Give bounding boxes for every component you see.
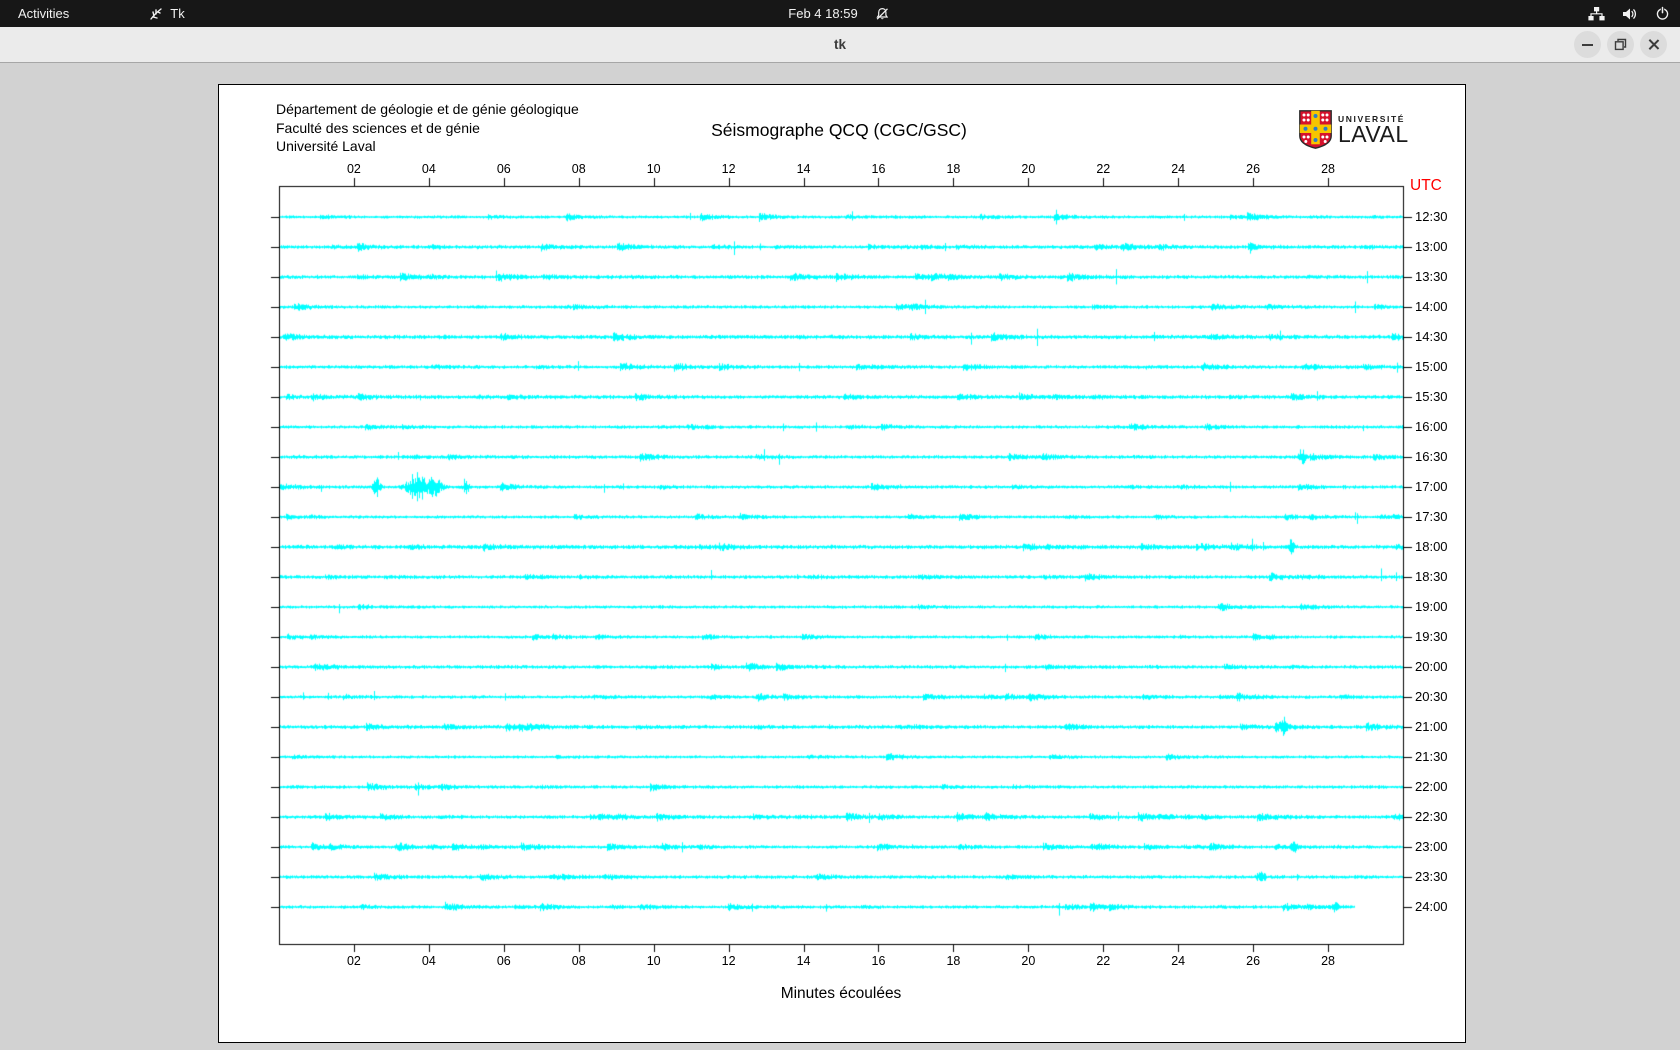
focused-app-menu[interactable]: Tk [139, 0, 194, 27]
utc-time-label: 23:30 [1415, 869, 1448, 884]
minimize-icon [1582, 44, 1593, 46]
logo-laval-text: LAVAL [1338, 124, 1409, 145]
x-tick-label-top: 06 [497, 162, 511, 176]
x-tick-label-bottom: 22 [1096, 954, 1110, 968]
utc-time-label: 15:30 [1415, 389, 1448, 404]
x-tick-label-bottom: 12 [722, 954, 736, 968]
clock-label: Feb 4 18:59 [788, 6, 857, 21]
utc-time-label: 23:00 [1415, 839, 1448, 854]
x-tick-label-top: 26 [1246, 162, 1260, 176]
gnome-top-bar: Activities Tk Feb 4 18:59 [0, 0, 1680, 27]
x-tick-label-top: 04 [422, 162, 436, 176]
x-tick-label-bottom: 28 [1321, 954, 1335, 968]
x-tick-label-bottom: 02 [347, 954, 361, 968]
utc-time-label: 16:00 [1415, 419, 1448, 434]
x-tick-label-top: 08 [572, 162, 586, 176]
laval-shield-icon [1299, 110, 1332, 149]
network-icon [1588, 7, 1605, 21]
focused-app-label: Tk [170, 6, 184, 21]
plot-title: Séismographe QCQ (CGC/GSC) [711, 120, 967, 141]
close-icon [1647, 38, 1660, 51]
x-tick-label-top: 18 [946, 162, 960, 176]
x-tick-label-top: 10 [647, 162, 661, 176]
utc-time-label: 12:30 [1415, 209, 1448, 224]
seismograph-canvas-area: Département de géologie et de génie géol… [218, 84, 1466, 1043]
utc-time-label: 17:30 [1415, 509, 1448, 524]
utc-time-label: 19:00 [1415, 599, 1448, 614]
x-tick-label-top: 22 [1096, 162, 1110, 176]
activities-button[interactable]: Activities [8, 0, 79, 27]
utc-time-label: 21:30 [1415, 749, 1448, 764]
x-tick-label-top: 12 [722, 162, 736, 176]
utc-time-label: 13:30 [1415, 269, 1448, 284]
utc-time-label: 24:00 [1415, 899, 1448, 914]
institution-dept: Département de géologie et de génie géol… [276, 100, 579, 119]
system-status-area[interactable] [1588, 0, 1670, 27]
x-tick-label-bottom: 06 [497, 954, 511, 968]
x-tick-label-bottom: 16 [872, 954, 886, 968]
institution-faculty: Faculté des sciences et de génie [276, 119, 579, 138]
x-tick-label-top: 16 [872, 162, 886, 176]
x-tick-label-bottom: 14 [797, 954, 811, 968]
x-tick-label-top: 20 [1021, 162, 1035, 176]
universite-laval-logo: UNIVERSITÉ LAVAL [1299, 110, 1409, 149]
utc-time-label: 14:30 [1415, 329, 1448, 344]
utc-time-label: 15:00 [1415, 359, 1448, 374]
utc-label: UTC [1410, 177, 1442, 195]
utc-time-label: 18:00 [1415, 539, 1448, 554]
utc-time-label: 19:30 [1415, 629, 1448, 644]
maximize-icon [1614, 38, 1627, 51]
x-tick-label-bottom: 18 [946, 954, 960, 968]
minimize-button[interactable] [1574, 31, 1601, 58]
maximize-button[interactable] [1607, 31, 1634, 58]
utc-time-label: 22:00 [1415, 779, 1448, 794]
power-icon [1655, 6, 1670, 21]
tk-window-body: Département de géologie et de génie géol… [0, 63, 1680, 1050]
x-tick-label-bottom: 04 [422, 954, 436, 968]
window-titlebar[interactable]: tk [0, 27, 1680, 63]
tk-app-icon [149, 7, 163, 21]
utc-time-label: 22:30 [1415, 809, 1448, 824]
utc-time-label: 14:00 [1415, 299, 1448, 314]
x-tick-label-bottom: 10 [647, 954, 661, 968]
utc-time-label: 20:30 [1415, 689, 1448, 704]
x-tick-label-bottom: 08 [572, 954, 586, 968]
institution-header: Département de géologie et de génie géol… [276, 100, 579, 156]
x-tick-label-top: 02 [347, 162, 361, 176]
institution-university: Université Laval [276, 137, 579, 156]
utc-time-label: 18:30 [1415, 569, 1448, 584]
x-axis-title: Minutes écoulées [781, 985, 902, 1003]
x-tick-label-top: 14 [797, 162, 811, 176]
utc-time-label: 21:00 [1415, 719, 1448, 734]
x-tick-label-bottom: 24 [1171, 954, 1185, 968]
x-tick-label-bottom: 20 [1021, 954, 1035, 968]
utc-time-label: 16:30 [1415, 449, 1448, 464]
notifications-muted-icon [876, 7, 890, 21]
utc-time-label: 20:00 [1415, 659, 1448, 674]
x-tick-label-top: 24 [1171, 162, 1185, 176]
clock-menu[interactable]: Feb 4 18:59 [788, 0, 889, 27]
x-tick-label-top: 28 [1321, 162, 1335, 176]
x-tick-label-bottom: 26 [1246, 954, 1260, 968]
volume-icon [1622, 7, 1638, 21]
utc-time-label: 13:00 [1415, 239, 1448, 254]
window-title: tk [0, 37, 1680, 52]
close-button[interactable] [1640, 31, 1667, 58]
utc-time-label: 17:00 [1415, 479, 1448, 494]
seismogram-canvas [219, 85, 1465, 1042]
